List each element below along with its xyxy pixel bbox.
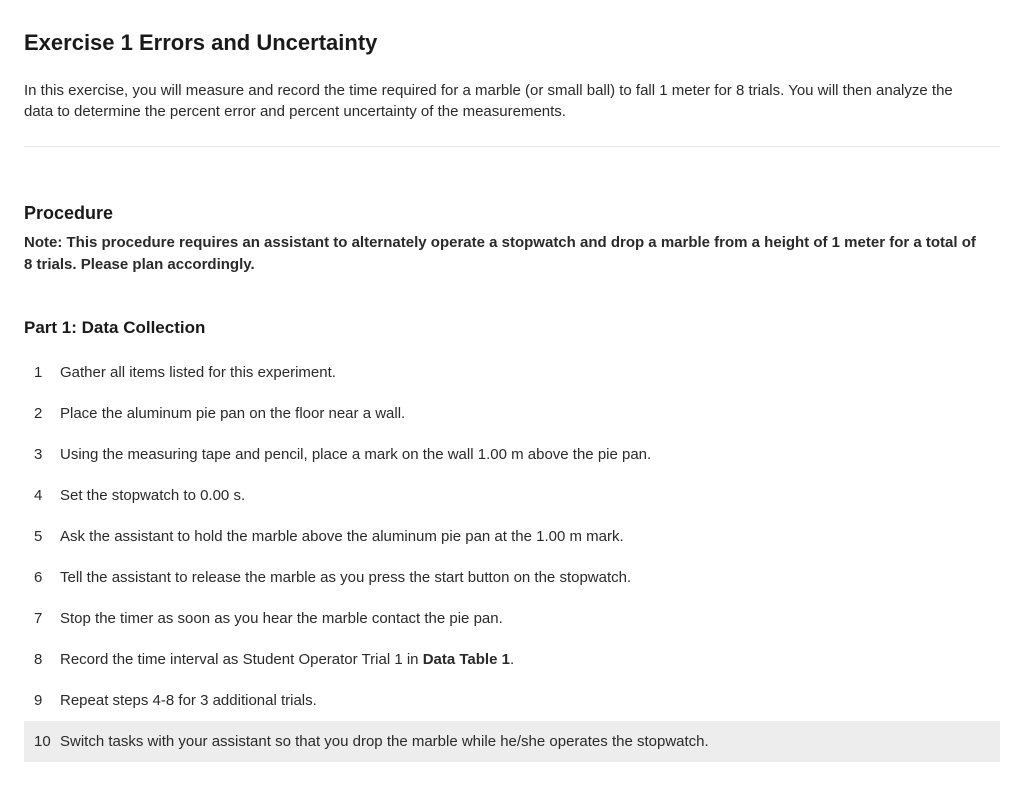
step-item: 5 Ask the assistant to hold the marble a… — [24, 516, 1000, 557]
procedure-note: Note: This procedure requires an assista… — [24, 232, 984, 276]
step-text: Record the time interval as Student Oper… — [60, 649, 1000, 670]
step-number: 6 — [32, 567, 60, 588]
part1-steps: 1 Gather all items listed for this exper… — [24, 352, 1000, 762]
step-number: 4 — [32, 485, 60, 506]
step-text: Place the aluminum pie pan on the floor … — [60, 403, 1000, 424]
step-number: 10 — [32, 731, 60, 752]
step-text: Tell the assistant to release the marble… — [60, 567, 1000, 588]
step-item: 4 Set the stopwatch to 0.00 s. — [24, 475, 1000, 516]
step-text: Repeat steps 4-8 for 3 additional trials… — [60, 690, 1000, 711]
step-number: 3 — [32, 444, 60, 465]
step-text: Set the stopwatch to 0.00 s. — [60, 485, 1000, 506]
step-item: 10 Switch tasks with your assistant so t… — [24, 721, 1000, 762]
step-item: 6 Tell the assistant to release the marb… — [24, 557, 1000, 598]
step-number: 7 — [32, 608, 60, 629]
step-text: Gather all items listed for this experim… — [60, 362, 1000, 383]
step-item: 8 Record the time interval as Student Op… — [24, 639, 1000, 680]
procedure-heading: Procedure — [24, 203, 1000, 224]
step-text: Using the measuring tape and pencil, pla… — [60, 444, 1000, 465]
step-text: Ask the assistant to hold the marble abo… — [60, 526, 1000, 547]
step-item: 9 Repeat steps 4-8 for 3 additional tria… — [24, 680, 1000, 721]
step-text: Switch tasks with your assistant so that… — [60, 731, 1000, 752]
step-item: 7 Stop the timer as soon as you hear the… — [24, 598, 1000, 639]
step-number: 2 — [32, 403, 60, 424]
step-number: 9 — [32, 690, 60, 711]
step-number: 8 — [32, 649, 60, 670]
exercise-intro: In this exercise, you will measure and r… — [24, 80, 984, 122]
divider — [24, 146, 1000, 147]
step-text: Stop the timer as soon as you hear the m… — [60, 608, 1000, 629]
bold-table-ref: Data Table 1 — [423, 651, 510, 668]
step-item: 2 Place the aluminum pie pan on the floo… — [24, 393, 1000, 434]
step-number: 1 — [32, 362, 60, 383]
exercise-title: Exercise 1 Errors and Uncertainty — [24, 30, 1000, 56]
step-number: 5 — [32, 526, 60, 547]
part1-heading: Part 1: Data Collection — [24, 318, 1000, 338]
step-item: 1 Gather all items listed for this exper… — [24, 352, 1000, 393]
step-item: 3 Using the measuring tape and pencil, p… — [24, 434, 1000, 475]
